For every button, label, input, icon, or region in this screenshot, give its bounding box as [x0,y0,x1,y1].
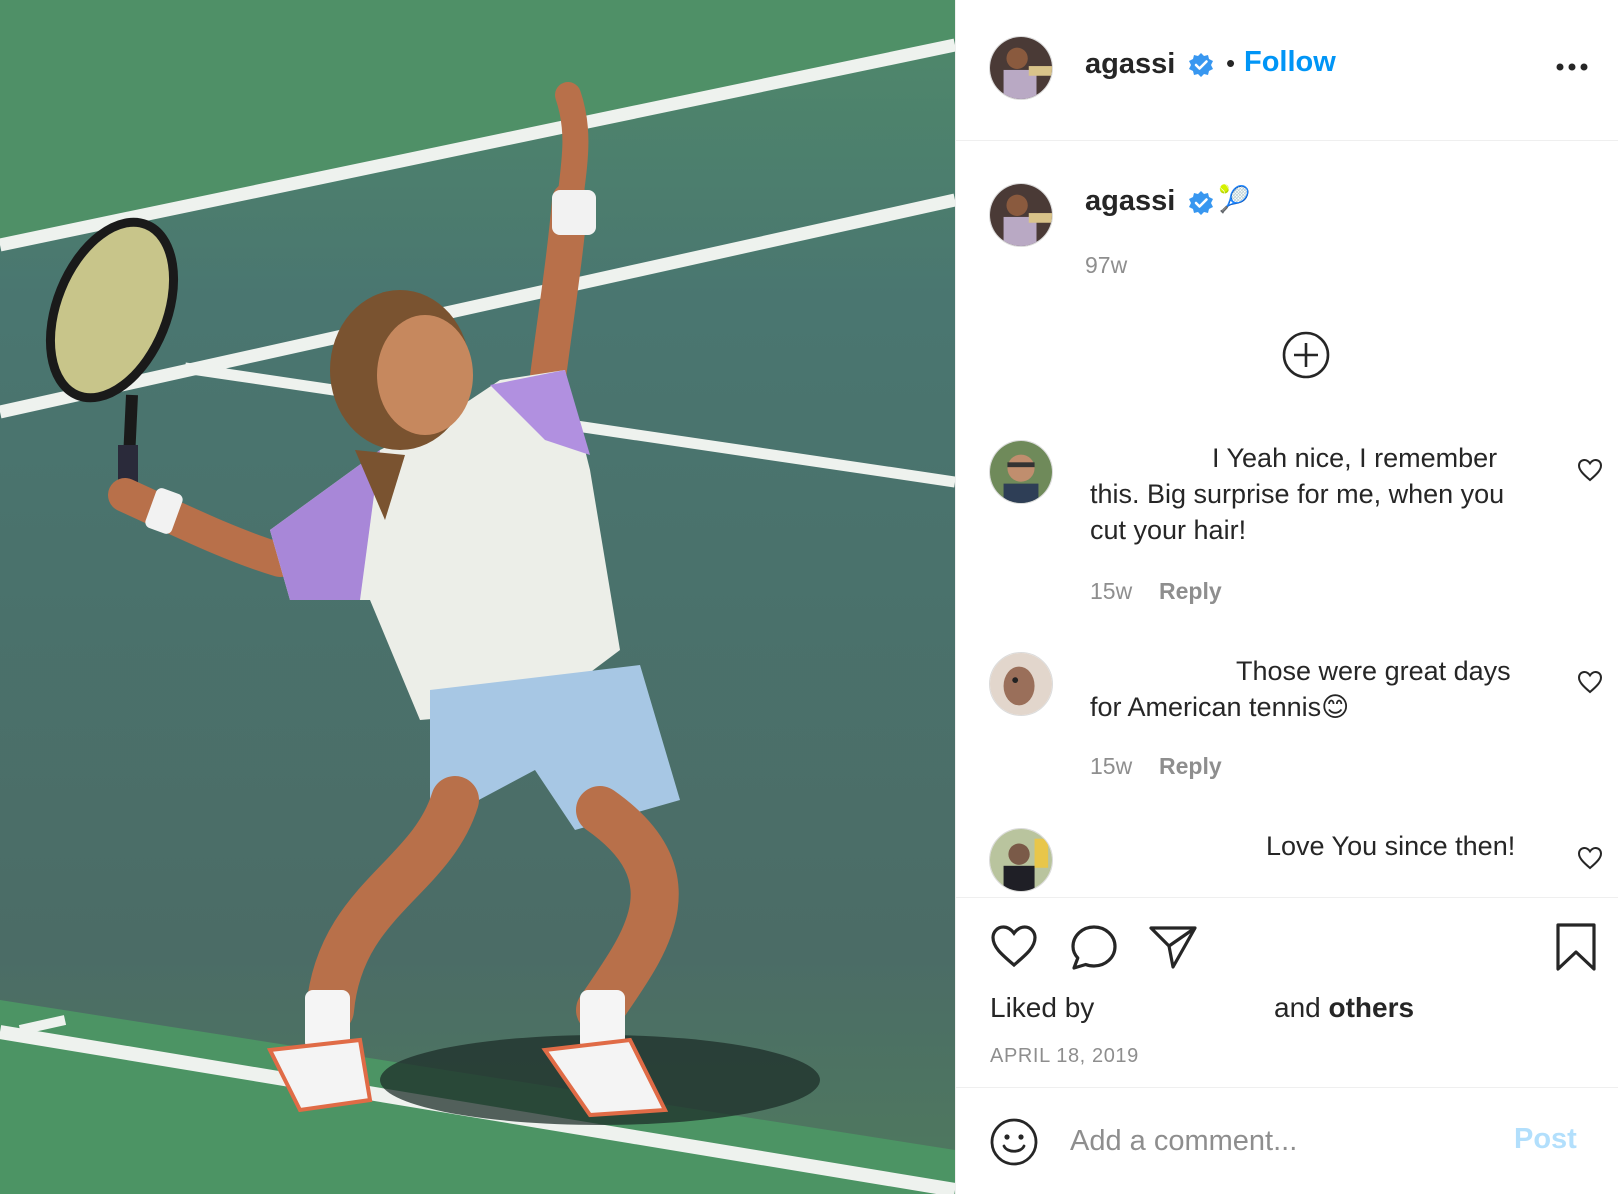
post-header: agassi • Follow [956,0,1618,141]
comment-time: 15w [1090,578,1133,604]
post-comment-button[interactable]: Post [1514,1123,1577,1156]
comment-text: Those were great days for American tenni… [1090,656,1511,722]
paper-plane-icon[interactable] [1148,924,1198,970]
commenter-avatar[interactable] [989,828,1053,892]
comment-text: I Yeah nice, I remember this. Big surpri… [1090,443,1505,545]
comment-time: 15w [1090,753,1133,779]
post-side-panel: agassi • Follow agassi 🎾 97w I Yeah nice… [955,0,1618,1194]
avatar-image [990,37,1052,99]
avatar-image [990,441,1052,503]
likes-and: and [1274,992,1321,1023]
likes-prefix: Liked by [990,992,1095,1023]
caption-timestamp: 97w [1085,252,1128,278]
verified-badge-icon [1189,53,1213,77]
avatar-image [990,653,1052,715]
comment-bubble-icon[interactable] [1070,924,1118,972]
caption-username[interactable]: agassi [1085,185,1175,218]
caption-avatar[interactable] [989,183,1053,247]
commenter-avatar[interactable] [989,652,1053,716]
comment-text: Love You since then! [1266,831,1516,861]
likes-summary[interactable]: Liked by [990,992,1094,1024]
avatar-image [990,184,1052,246]
tennis-serve-image [0,0,955,1194]
post-date[interactable]: APRIL 18, 2019 [990,1045,1139,1068]
smiley-icon[interactable] [989,1117,1039,1167]
heart-outline-icon[interactable] [1577,846,1603,870]
reply-button[interactable]: Reply [1159,578,1222,605]
verified-badge-icon [1189,191,1213,215]
header-separator: • [1226,48,1236,78]
bookmark-icon[interactable] [1555,922,1597,972]
reply-button[interactable]: Reply [1159,753,1222,780]
commenter-avatar[interactable] [989,440,1053,504]
heart-outline-icon[interactable] [1577,670,1603,694]
likes-others-label: others [1328,992,1415,1023]
more-options-icon[interactable] [1556,62,1588,72]
heart-icon[interactable] [990,924,1038,968]
comment-input[interactable] [1068,1118,1492,1164]
caption-emoji: 🎾 [1218,184,1251,214]
comment-composer: Post [956,1087,1618,1195]
author-avatar[interactable] [989,36,1053,100]
heart-outline-icon[interactable] [1577,458,1603,482]
post-actions: Liked by and others APRIL 18, 2019 [956,897,1618,1088]
post-photo[interactable] [0,0,955,1194]
follow-button[interactable]: Follow [1244,46,1336,79]
author-username[interactable]: agassi [1085,48,1175,81]
instagram-post: agassi • Follow agassi 🎾 97w I Yeah nice… [0,0,1618,1194]
plus-circle-icon[interactable] [1281,330,1331,380]
likes-others[interactable]: and others [1274,992,1414,1024]
avatar-image [990,829,1052,891]
